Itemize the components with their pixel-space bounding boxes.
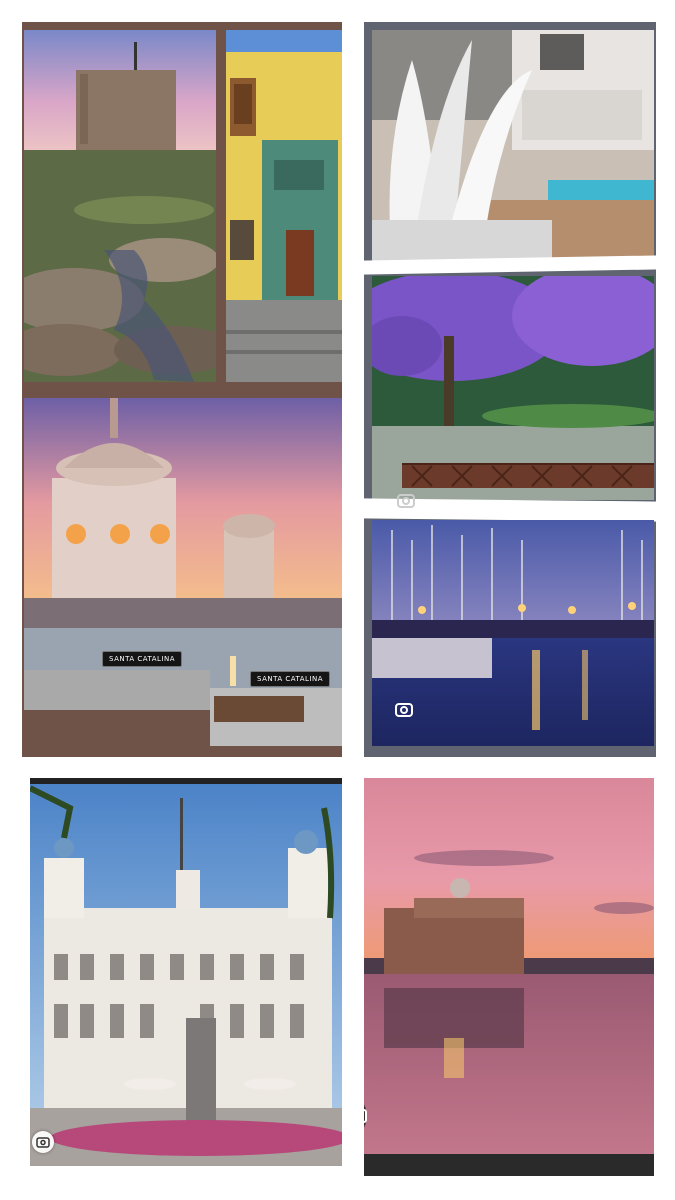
lens-icon[interactable] <box>364 1094 378 1138</box>
photo-tower[interactable] <box>24 30 216 382</box>
lens-icon[interactable] <box>32 1131 54 1153</box>
photo-marina[interactable] <box>372 520 654 746</box>
photo-white-building[interactable] <box>30 778 342 1166</box>
sign-santa-catalina-left: SANTA CATALINA <box>102 651 182 667</box>
photo-hotel-sunset[interactable]: SANTA CATALINA SANTA CATALINA <box>24 398 342 746</box>
photo-pool-terrace[interactable] <box>372 30 654 262</box>
photo-colonial-house[interactable] <box>226 30 342 382</box>
photo-jacaranda-park[interactable] <box>372 276 654 500</box>
sign-santa-catalina-right: SANTA CATALINA <box>250 671 330 687</box>
lens-icon[interactable] <box>396 491 418 511</box>
photo-auditorium[interactable] <box>364 778 654 1176</box>
lens-icon[interactable] <box>394 700 416 720</box>
